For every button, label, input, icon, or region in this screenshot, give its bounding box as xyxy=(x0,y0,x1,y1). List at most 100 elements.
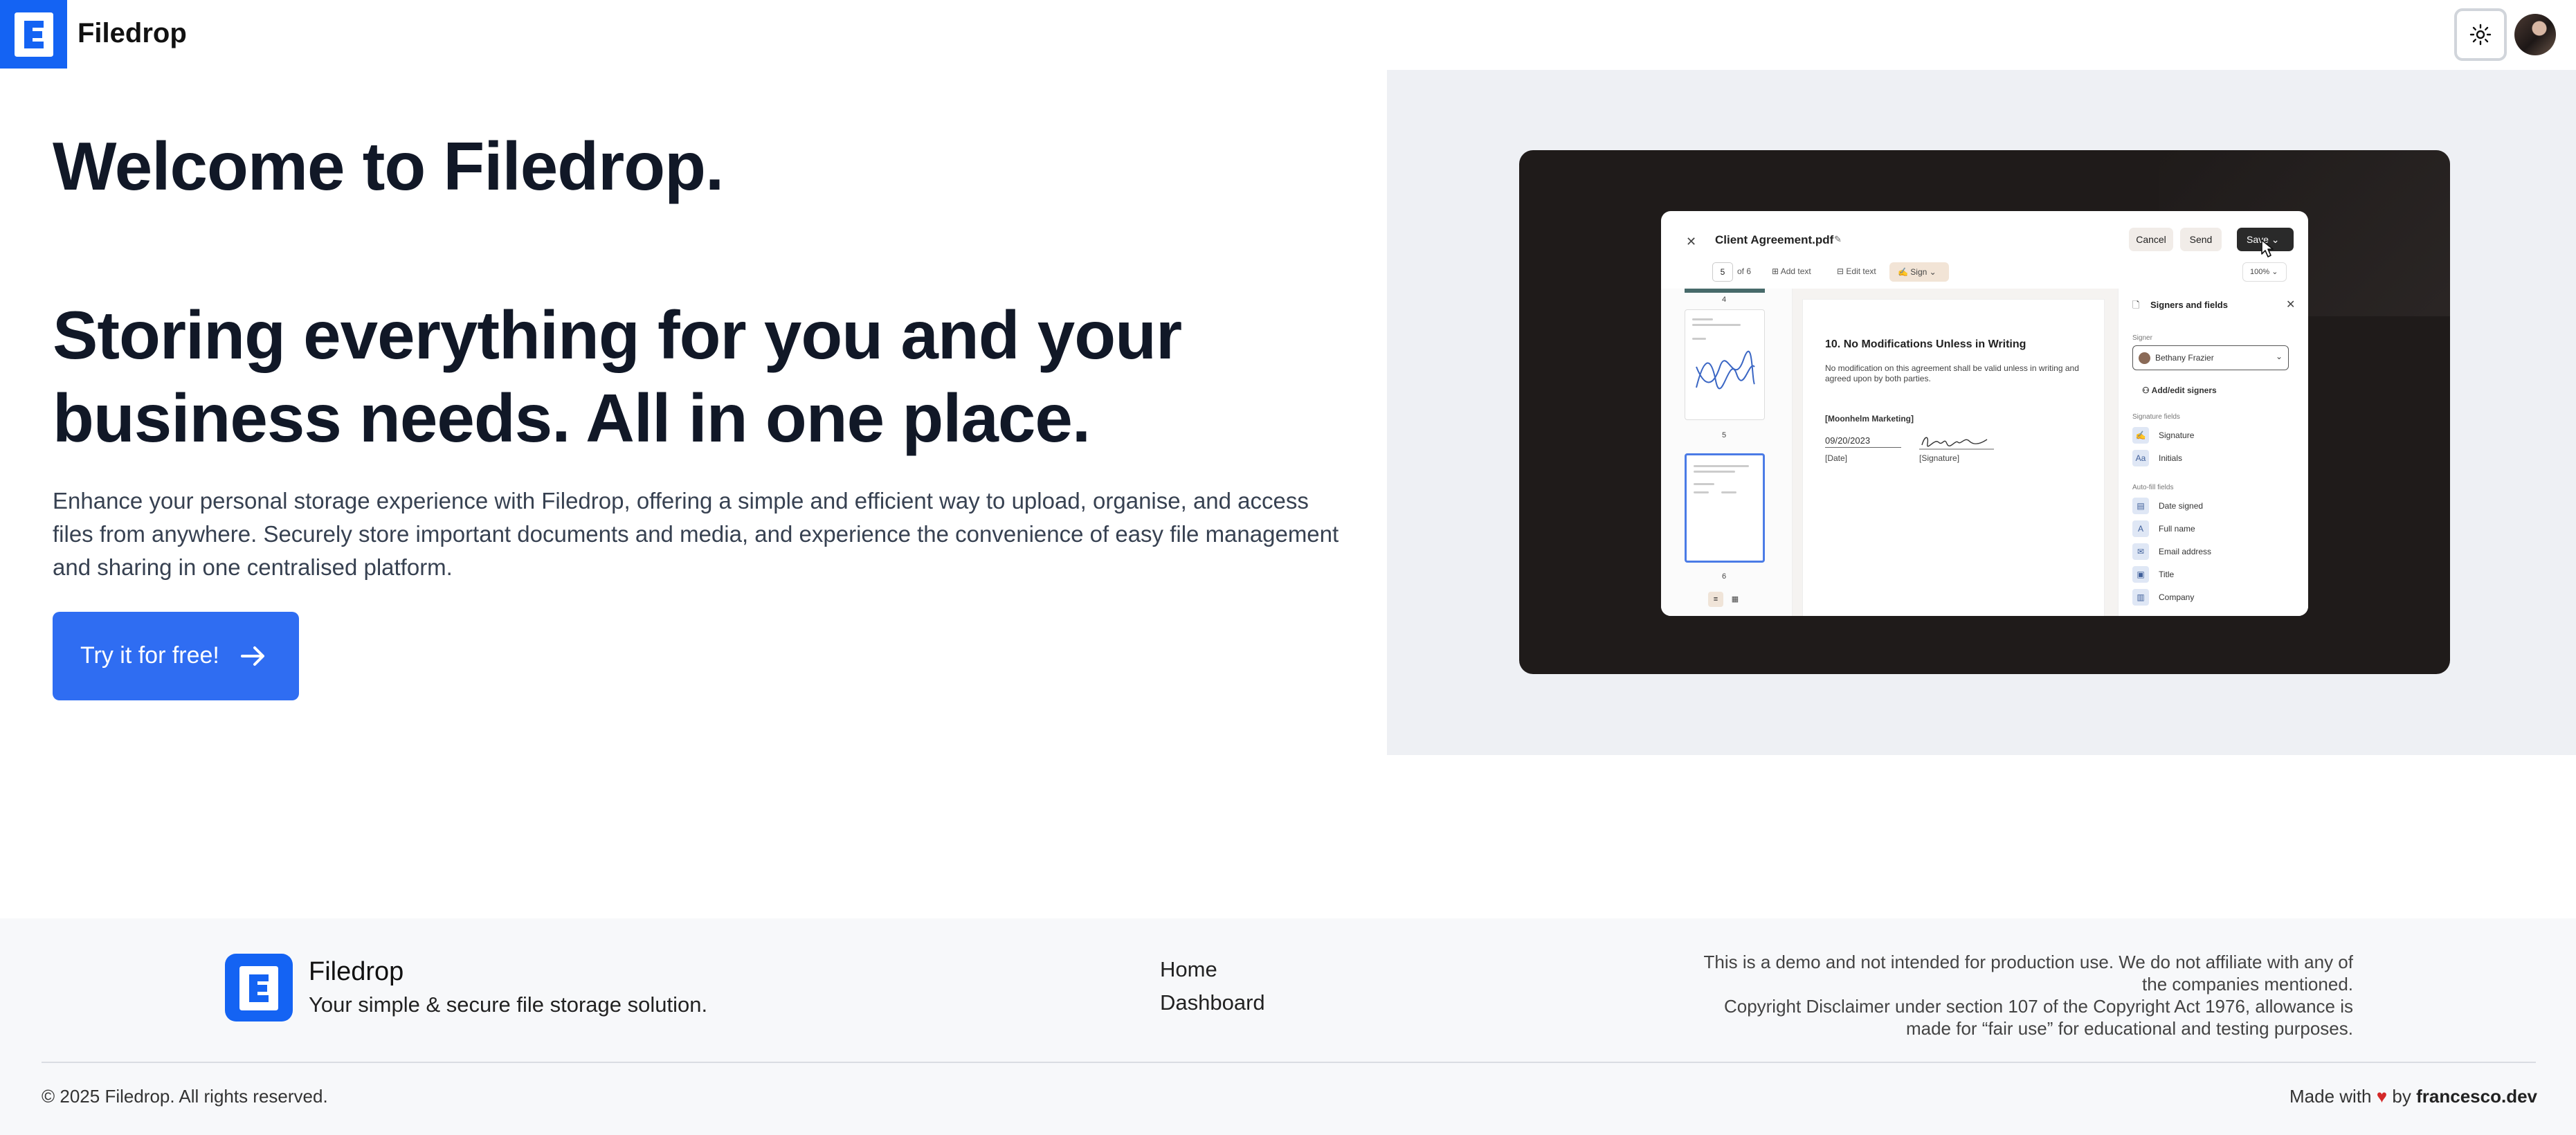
field-full-name: Full name xyxy=(2159,524,2195,534)
calendar-icon: ▤ xyxy=(2132,498,2149,514)
footer-link-home[interactable]: Home xyxy=(1160,957,1217,982)
signature-field-icon: ✍ xyxy=(2132,427,2149,444)
field-email: Email address xyxy=(2159,547,2212,556)
field-date-signed: Date signed xyxy=(2159,501,2204,511)
initials-field-icon: Aa xyxy=(2132,450,2149,466)
add-signers-label: Add/edit signers xyxy=(2151,385,2217,395)
pdf-page: 10. No Modifications Unless in Writing N… xyxy=(1803,300,2104,616)
footer: Filedrop Your simple & secure file stora… xyxy=(0,918,2576,1135)
title-field-icon: ▣ xyxy=(2132,566,2149,583)
copyright: © 2025 Filedrop. All rights reserved. xyxy=(42,1086,328,1107)
thumb-page-6 xyxy=(1685,453,1765,563)
signer-name: Bethany Frazier xyxy=(2155,353,2214,363)
disclaimer-line-2: Copyright Disclaimer under section 107 o… xyxy=(1723,996,2353,1039)
welcome-heading: Welcome to Filedrop. xyxy=(53,128,724,204)
signer-label: Signer xyxy=(2132,334,2152,342)
company-field-icon: ▥ xyxy=(2132,589,2149,606)
thumb-line xyxy=(1721,491,1736,493)
disclaimer-line-1: This is a demo and not intended for prod… xyxy=(1703,952,2353,995)
send-button: Send xyxy=(2180,228,2222,251)
chevron-down-icon: ⌄ xyxy=(2276,352,2283,361)
logo-icon xyxy=(239,966,278,1010)
thumb-page-5 xyxy=(1685,309,1765,420)
page-text: No modification on this agreement shall … xyxy=(1825,363,2079,383)
top-bar: Filedrop xyxy=(0,0,2576,70)
thumb-chart-icon xyxy=(1696,351,1755,390)
signers-sidebar: 🗋 Signers and fields ✕ Signer Bethany Fr… xyxy=(2118,289,2308,616)
document-title: Client Agreement.pdf xyxy=(1715,233,1834,246)
sign-label: Sign xyxy=(1910,267,1928,277)
made-with-text: Made with xyxy=(2289,1086,2372,1107)
thumb-line xyxy=(1692,318,1713,320)
add-text-tool: ⊞ Add text xyxy=(1772,266,1811,276)
made-by-text: by xyxy=(2392,1086,2411,1107)
field-signature: Signature xyxy=(2159,430,2195,440)
filedrop-logo[interactable] xyxy=(0,0,67,69)
date-value: 09/20/2023 xyxy=(1825,435,1901,448)
author-link[interactable]: francesco.dev xyxy=(2416,1086,2537,1107)
thumb-number: 6 xyxy=(1722,572,1727,581)
autofill-label: Auto-fill fields xyxy=(2132,484,2174,491)
company-name: [Moonhelm Marketing] xyxy=(1825,414,1914,424)
heart-icon: ♥ xyxy=(2376,1086,2388,1107)
thumb-line xyxy=(1692,338,1706,340)
thumb-number: 4 xyxy=(1722,296,1727,304)
footer-link-dashboard[interactable]: Dashboard xyxy=(1160,990,1265,1015)
text-field-icon: A xyxy=(2132,520,2149,537)
sidebar-title: Signers and fields xyxy=(2150,300,2228,310)
thumbnail-rail: 4 5 6 ≡ ▦ xyxy=(1661,289,1793,616)
grid-view-icon: ▦ xyxy=(1731,595,1739,603)
thumb-previous xyxy=(1685,289,1765,293)
avatar[interactable] xyxy=(2514,14,2556,55)
hero-description: Enhance your personal storage experience… xyxy=(53,488,1339,580)
signature-label: [Signature] xyxy=(1919,453,1960,463)
page-heading: 10. No Modifications Unless in Writing xyxy=(1825,338,2026,350)
cta-label: Try it for free! xyxy=(80,642,219,669)
page-number-box: 5 xyxy=(1712,262,1733,282)
thumb-line xyxy=(1694,491,1709,493)
footer-disclaimer: This is a demo and not intended for prod… xyxy=(1689,951,2353,1039)
date-label: [Date] xyxy=(1825,453,1848,463)
list-view-icon: ≡ xyxy=(1708,592,1723,607)
thumb-line xyxy=(1692,324,1741,326)
theme-toggle-button[interactable] xyxy=(2454,8,2507,61)
logo-icon xyxy=(15,12,53,57)
edit-text-label: Edit text xyxy=(1846,266,1876,276)
sun-icon xyxy=(2469,24,2492,46)
field-title: Title xyxy=(2159,570,2175,579)
document-icon: 🗋 xyxy=(2132,300,2140,310)
thumb-line xyxy=(1694,471,1735,473)
footer-brand: Filedrop xyxy=(309,957,404,986)
cancel-button: Cancel xyxy=(2129,228,2173,251)
made-with: Made with ♥ by francesco.dev xyxy=(2289,1086,2537,1107)
close-icon: ✕ xyxy=(1686,235,1697,248)
zoom-select: 100% ⌄ xyxy=(2242,262,2287,282)
add-signers-link: ⚇ Add/edit signers xyxy=(2142,385,2217,395)
footer-divider xyxy=(42,1062,2536,1063)
app-screenshot: ✕ Client Agreement.pdf ✎ Cancel Send Sav… xyxy=(1661,211,2308,616)
page-total: of 6 xyxy=(1737,266,1752,276)
try-free-button[interactable]: Try it for free! xyxy=(53,612,299,700)
signature-fields-label: Signature fields xyxy=(2132,413,2180,421)
signer-avatar xyxy=(2139,352,2150,364)
close-icon: ✕ xyxy=(2286,299,2296,311)
field-company: Company xyxy=(2159,592,2195,602)
arrow-right-icon xyxy=(241,646,264,666)
mail-icon: ✉ xyxy=(2132,543,2149,560)
brand-name[interactable]: Filedrop xyxy=(78,18,187,49)
signer-select: Bethany Frazier ⌄ xyxy=(2132,345,2289,370)
edit-text-tool: ⊟ Edit text xyxy=(1837,266,1876,276)
footer-logo[interactable] xyxy=(225,954,293,1021)
cursor-icon xyxy=(2261,239,2274,257)
thumb-line xyxy=(1694,483,1714,485)
field-initials: Initials xyxy=(2159,453,2183,463)
footer-tagline: Your simple & secure file storage soluti… xyxy=(309,992,708,1017)
signature-drawing xyxy=(1919,437,1994,450)
add-text-label: Add text xyxy=(1780,266,1811,276)
thumb-number: 5 xyxy=(1722,431,1727,439)
hero-headline: Storing everything for you and your busi… xyxy=(53,297,1182,456)
zoom-value: 100% xyxy=(2250,268,2270,276)
thumb-line xyxy=(1694,465,1749,467)
sign-tool: ✍ Sign ⌄ xyxy=(1889,262,1949,282)
pencil-icon: ✎ xyxy=(1834,234,1842,244)
